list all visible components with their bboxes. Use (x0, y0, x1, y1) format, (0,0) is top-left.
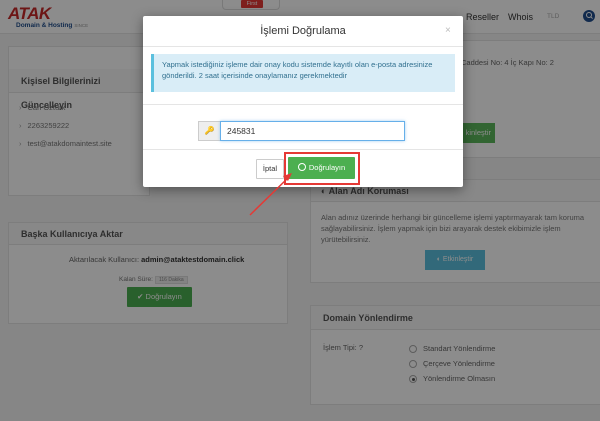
annotation-arrow (249, 173, 292, 216)
